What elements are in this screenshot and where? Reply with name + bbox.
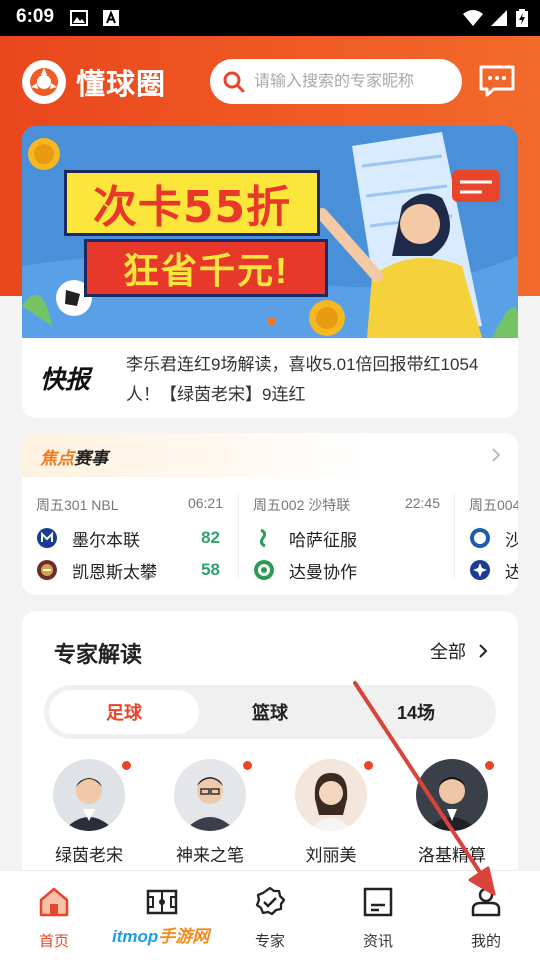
match-card[interactable]: 周五301 NBL 06:21 墨尔本联 82 凯恩斯太攀 58: [22, 477, 237, 595]
expert-item[interactable]: 神来之笔: [160, 759, 260, 866]
expert-name: 绿茵老宋: [55, 846, 123, 865]
carousel-indicator: [267, 317, 276, 326]
away-score: 58: [201, 560, 220, 579]
tab-football[interactable]: 足球: [49, 690, 199, 734]
tab-label: 资讯: [362, 933, 393, 950]
image-icon: [70, 10, 88, 26]
status-time: 6:09: [16, 6, 55, 27]
battery-icon: [516, 9, 528, 27]
home-score: 82: [201, 528, 220, 547]
team-logo-icon: [470, 528, 490, 548]
badge-check-icon: [255, 886, 286, 916]
expert-section-title: 专家解读: [54, 642, 143, 667]
match-time: 06:21: [187, 495, 223, 511]
expert-list: 绿茵老宋 神来之笔 刘丽美 洛基精算: [22, 759, 518, 879]
pitch-icon: [146, 889, 178, 915]
match-card[interactable]: 周五004 沙 达: [455, 477, 518, 595]
tab-experts[interactable]: 专家: [216, 885, 324, 951]
online-dot: [485, 761, 494, 770]
news-icon: [363, 887, 393, 917]
expert-name: 洛基精算: [418, 846, 486, 865]
app-logo: 懂球圈: [22, 60, 167, 104]
signal-icon: [491, 10, 507, 26]
banner-subheadline: 狂省千元!: [84, 239, 328, 297]
font-icon: [103, 10, 119, 26]
tab-label: 我的: [470, 933, 501, 950]
search-bar[interactable]: [210, 59, 462, 104]
tab-label: 专家: [254, 933, 285, 950]
logo-icon: [22, 60, 66, 104]
avatar: [174, 759, 246, 831]
expert-item[interactable]: 刘丽美: [281, 759, 381, 866]
view-all-button[interactable]: 全部: [430, 638, 488, 664]
banner-headline: 次卡55折: [64, 170, 320, 236]
search-input[interactable]: [254, 72, 444, 91]
user-icon: [471, 887, 501, 917]
online-dot: [122, 761, 131, 770]
tab-profile[interactable]: 我的: [432, 885, 540, 951]
home-team-name: 沙: [505, 530, 518, 550]
team-logo-icon: [470, 560, 490, 580]
avatar: [416, 759, 488, 831]
match-time: 22:45: [404, 495, 440, 511]
focus-matches-card: 焦点赛事 周五301 NBL 06:21 墨尔本联 82 凯恩斯太攀 58 周五…: [22, 433, 518, 595]
status-bar: 6:09: [0, 0, 540, 36]
team-logo-icon: [254, 560, 274, 580]
avatar: [295, 759, 367, 831]
away-team-name: 达曼协作: [289, 562, 357, 582]
chevron-right-icon: [492, 448, 501, 462]
tab-home[interactable]: 首页: [0, 885, 108, 951]
home-team-name: 哈萨征服: [289, 530, 357, 550]
home-icon: [39, 887, 69, 917]
online-dot: [364, 761, 373, 770]
team-logo-icon: [253, 527, 275, 549]
away-team-name: 达: [505, 562, 518, 582]
expert-card: 专家解读 全部 足球 篮球 14场 绿茵老宋 神来之笔 刘丽美 洛基精算: [22, 611, 518, 891]
bottom-tab-bar: 首页 专家 资讯 我的: [0, 870, 540, 960]
news-text: 李乐君连红9场解读，喜收5.01倍回报带红1054人！【绿茵老宋】9连红: [126, 355, 479, 404]
expert-item[interactable]: 洛基精算: [402, 759, 502, 866]
away-team-name: 凯恩斯太攀: [72, 562, 157, 582]
home-team-name: 墨尔本联: [72, 530, 140, 550]
away-team: 达曼协作: [253, 557, 453, 583]
match-league: 周五002 沙特联: [253, 497, 351, 513]
chevron-right-icon: [479, 644, 488, 658]
avatar: [53, 759, 125, 831]
tab-news[interactable]: 资讯: [324, 885, 432, 951]
expert-name: 神来之笔: [176, 846, 244, 865]
tab-14-matches[interactable]: 14场: [341, 690, 491, 734]
match-league: 周五004: [469, 497, 518, 513]
promo-banner[interactable]: 次卡55折 狂省千元!: [22, 126, 518, 338]
home-team: 墨尔本联 82: [36, 525, 236, 551]
away-team: 凯恩斯太攀 58: [36, 557, 236, 583]
tab-basketball[interactable]: 篮球: [195, 690, 345, 734]
away-team: 达: [469, 557, 518, 583]
banner-card: 次卡55折 狂省千元! 快报 李乐君连红9场解读，喜收5.01倍回报带红1054…: [22, 126, 518, 418]
focus-matches-header[interactable]: 焦点赛事: [22, 433, 518, 477]
team-logo-icon: [37, 560, 57, 580]
home-team: 哈萨征服: [253, 525, 453, 551]
search-icon: [223, 71, 245, 92]
watermark-logo: itmop手游网: [112, 927, 210, 946]
match-card[interactable]: 周五002 沙特联 22:45 哈萨征服 达曼协作: [239, 477, 454, 595]
app-name: 懂球圈: [76, 69, 167, 101]
expert-name: 刘丽美: [305, 846, 357, 865]
online-dot: [243, 761, 252, 770]
match-league: 周五301 NBL: [36, 497, 119, 513]
tab-label: 首页: [38, 933, 69, 950]
focus-matches-title: 焦点赛事: [40, 449, 108, 468]
expert-item[interactable]: 绿茵老宋: [39, 759, 139, 866]
news-flash[interactable]: 快报 李乐君连红9场解读，喜收5.01倍回报带红1054人！【绿茵老宋】9连红: [22, 338, 518, 418]
team-logo-icon: [37, 528, 57, 548]
message-icon[interactable]: [478, 64, 516, 98]
wifi-icon: [463, 10, 483, 26]
home-team: 沙: [469, 525, 518, 551]
sport-tabs: 足球 篮球 14场: [44, 685, 496, 739]
view-all-label: 全部: [430, 642, 466, 662]
news-badge: 快报: [40, 366, 91, 394]
